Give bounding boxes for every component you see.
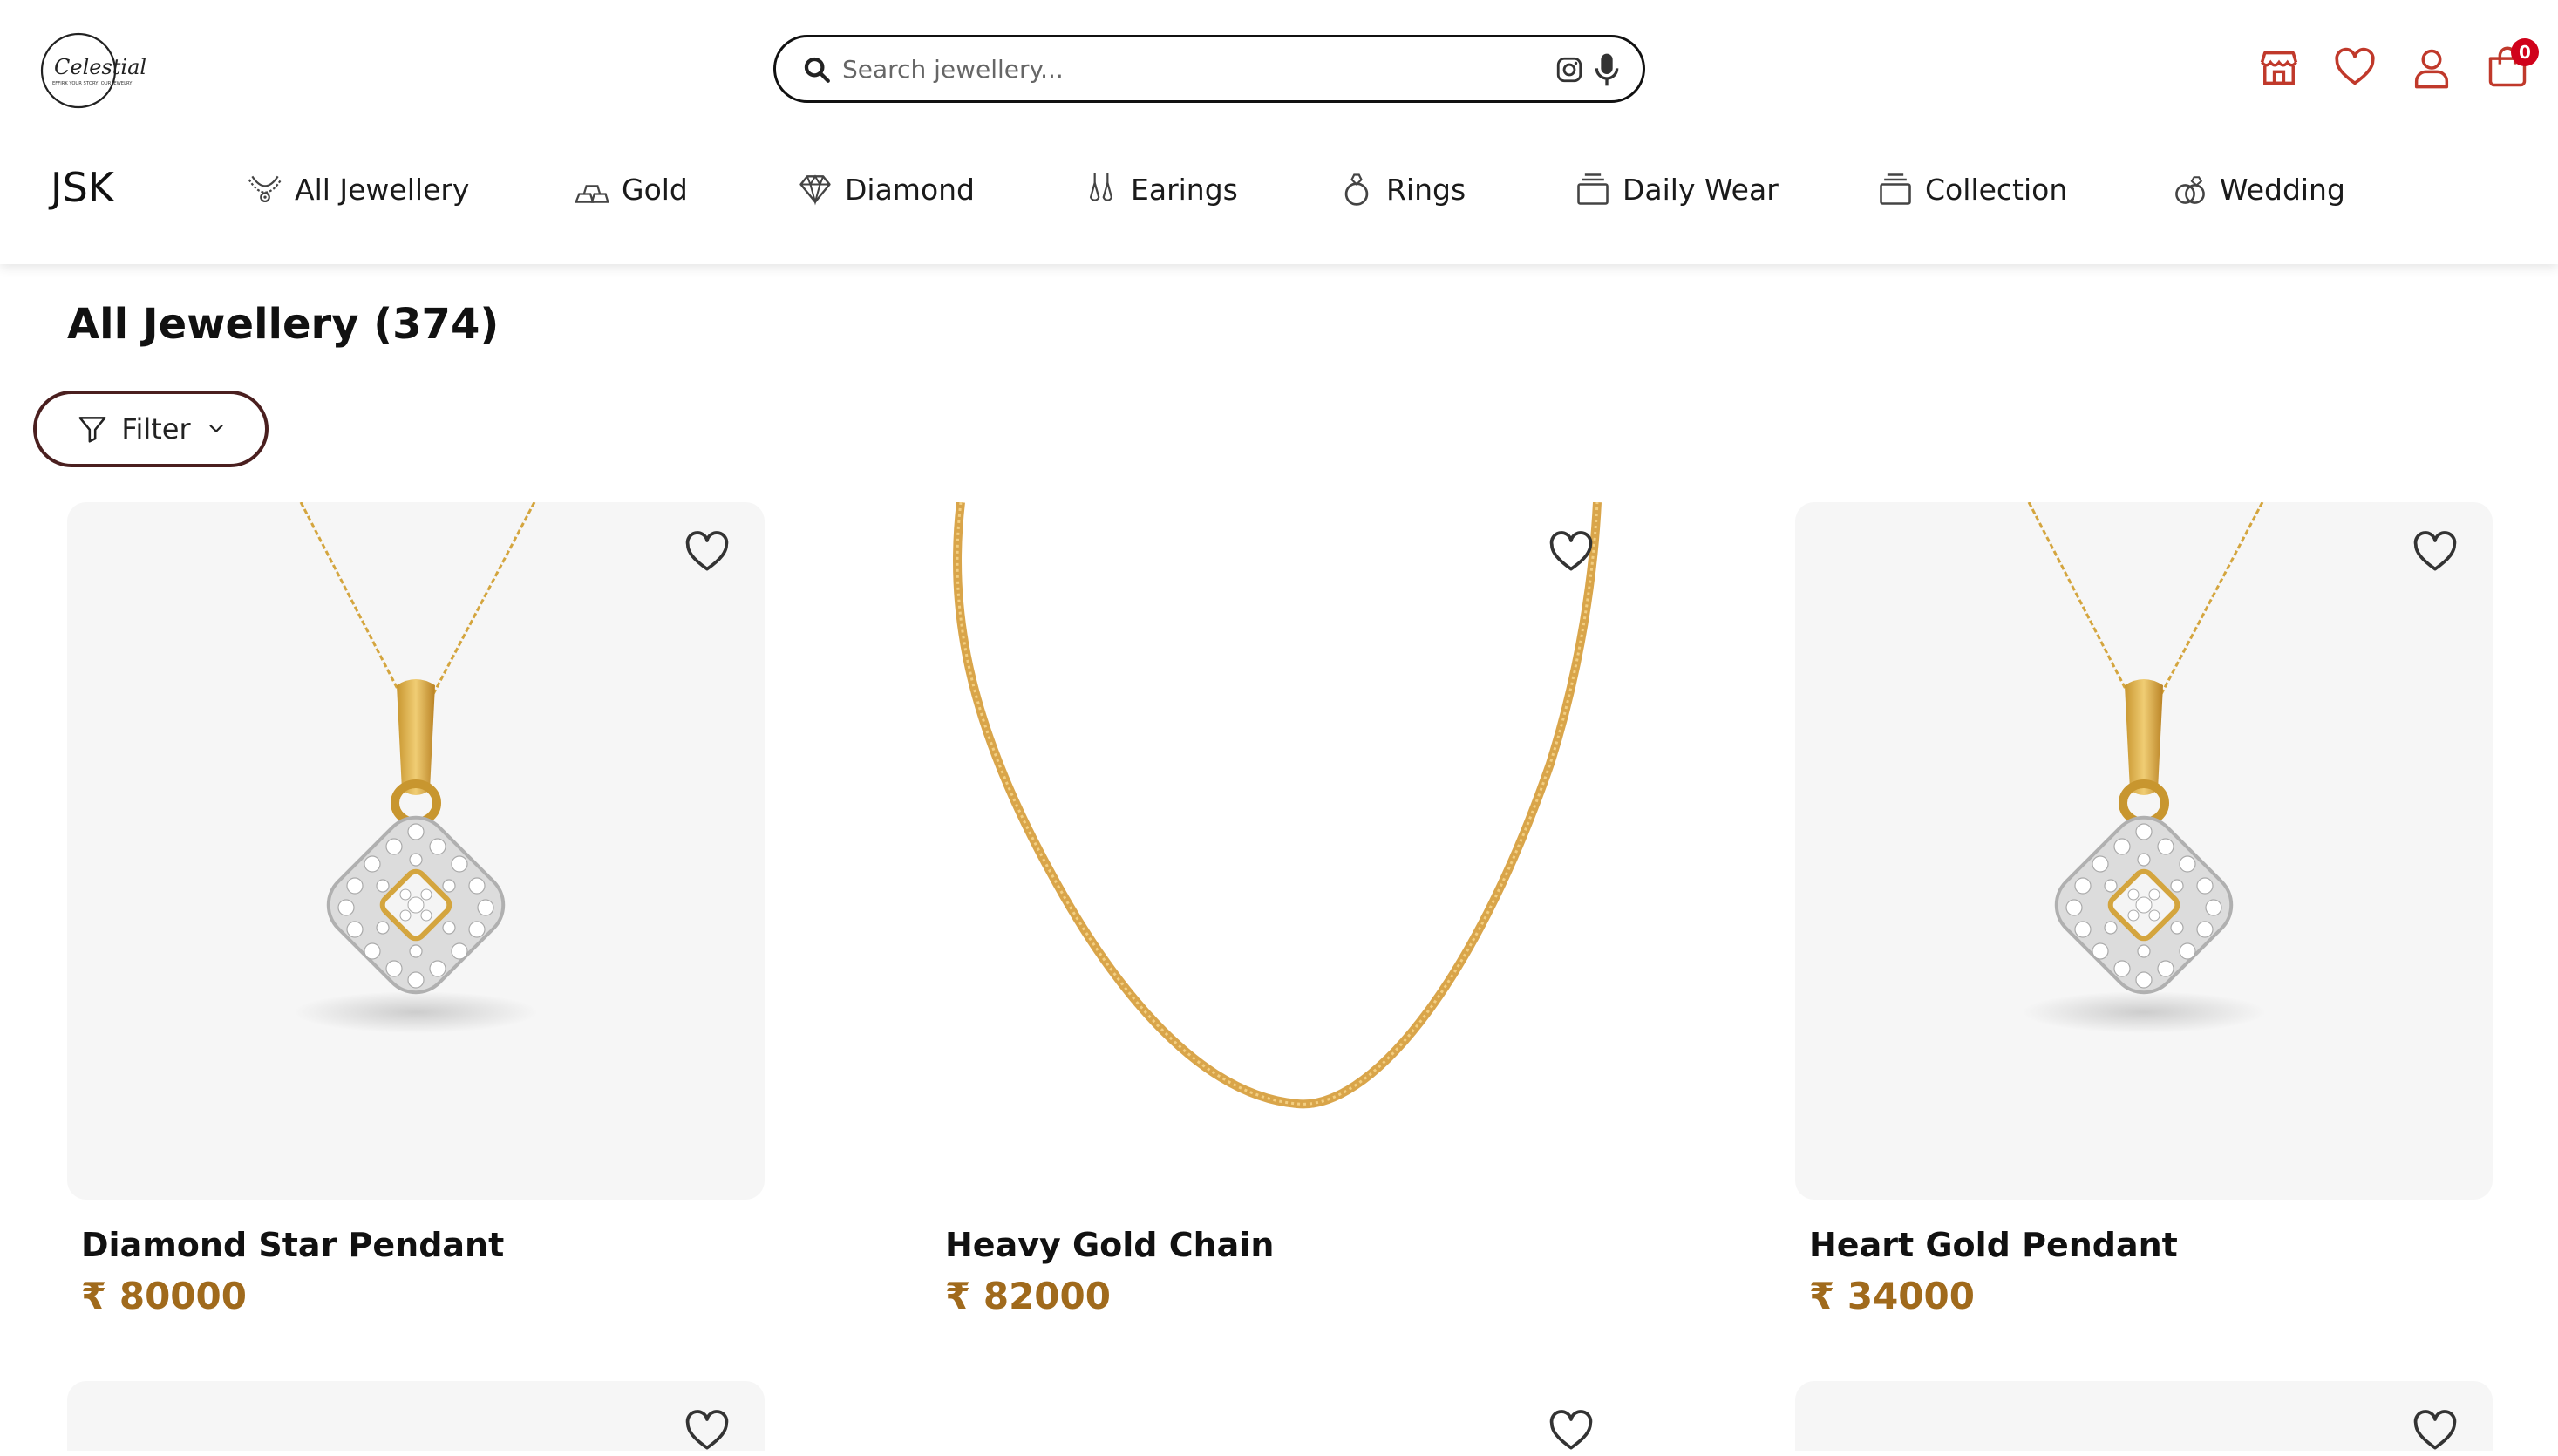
wishlist-icon[interactable] [2332,45,2378,91]
filter-button[interactable]: Filter [33,391,269,467]
product-card[interactable] [1795,1381,2493,1451]
site-header: Celestial EFFIRK YOUR STORY, OUR JEWELRY [0,0,2558,264]
nav-collection[interactable]: Collection [1876,167,2067,211]
chevron-down-icon [209,425,223,432]
product-price: ₹ 80000 [81,1275,247,1317]
heart-icon[interactable] [2411,528,2459,577]
stack-icon [1880,173,1911,205]
product-image[interactable] [67,502,765,1200]
product-price: ₹ 34000 [1809,1275,1975,1317]
nav-wedding[interactable]: Wedding [2171,167,2345,211]
camera-search-icon[interactable] [1555,55,1584,85]
gold-bars-icon [575,185,609,203]
filter-icon [78,417,106,443]
nav-rings[interactable]: Rings [1337,167,1466,211]
store-icon[interactable] [2256,45,2302,91]
diamond-pendant-image [294,502,538,1033]
product-card[interactable]: Heavy Gold Chain ₹ 82000 [931,502,1629,1317]
product-card[interactable]: Heart Gold Pendant ₹ 34000 [1795,502,2493,1317]
nav-daily-wear[interactable]: Daily Wear [1574,167,1779,211]
microphone-icon[interactable] [1594,52,1620,87]
heart-icon[interactable] [683,528,731,577]
celestial-logo[interactable]: Celestial EFFIRK YOUR STORY, OUR JEWELRY [40,31,160,111]
product-name[interactable]: Heavy Gold Chain [945,1226,1274,1264]
account-icon[interactable] [2409,45,2454,91]
product-card[interactable]: Diamond Star Pendant ₹ 80000 [67,502,765,1317]
earrings-icon [1089,173,1113,201]
svg-text:EFFIRK YOUR STORY, OUR JEWELRY: EFFIRK YOUR STORY, OUR JEWELRY [52,81,133,86]
product-price: ₹ 82000 [945,1275,1111,1317]
heart-icon[interactable] [683,1407,731,1456]
nav-earings[interactable]: Earings [1082,167,1238,211]
cart-count-badge: 0 [2511,38,2539,66]
nav-diamond[interactable]: Diamond [796,167,975,211]
heart-icon[interactable] [2411,1407,2459,1456]
gold-chain-image [953,502,1602,1109]
product-name[interactable]: Heart Gold Pendant [1809,1226,2178,1264]
diamond-icon [799,174,831,206]
search-icon [804,57,830,83]
nav-all-jewellery[interactable]: All Jewellery [246,167,469,211]
heart-icon[interactable] [1547,528,1595,577]
search-bar[interactable] [773,35,1645,103]
diamond-pendant-image [2022,502,2266,1033]
brand-name[interactable]: JSK [51,164,114,211]
svg-text:Celestial: Celestial [54,55,146,79]
heart-icon[interactable] [1547,1407,1595,1456]
product-image[interactable] [931,502,1629,1200]
wedding-rings-icon [2175,176,2205,204]
product-card[interactable] [931,1381,1629,1451]
nav-gold[interactable]: Gold [573,167,688,211]
product-image[interactable] [1795,502,2493,1200]
page-title: All Jewellery (374) [67,300,500,349]
search-input[interactable] [842,50,1435,88]
necklace-icon [248,175,282,203]
ring-icon [1344,173,1369,206]
product-card[interactable] [67,1381,765,1451]
product-name[interactable]: Diamond Star Pendant [81,1226,504,1264]
stack-icon [1577,173,1609,205]
